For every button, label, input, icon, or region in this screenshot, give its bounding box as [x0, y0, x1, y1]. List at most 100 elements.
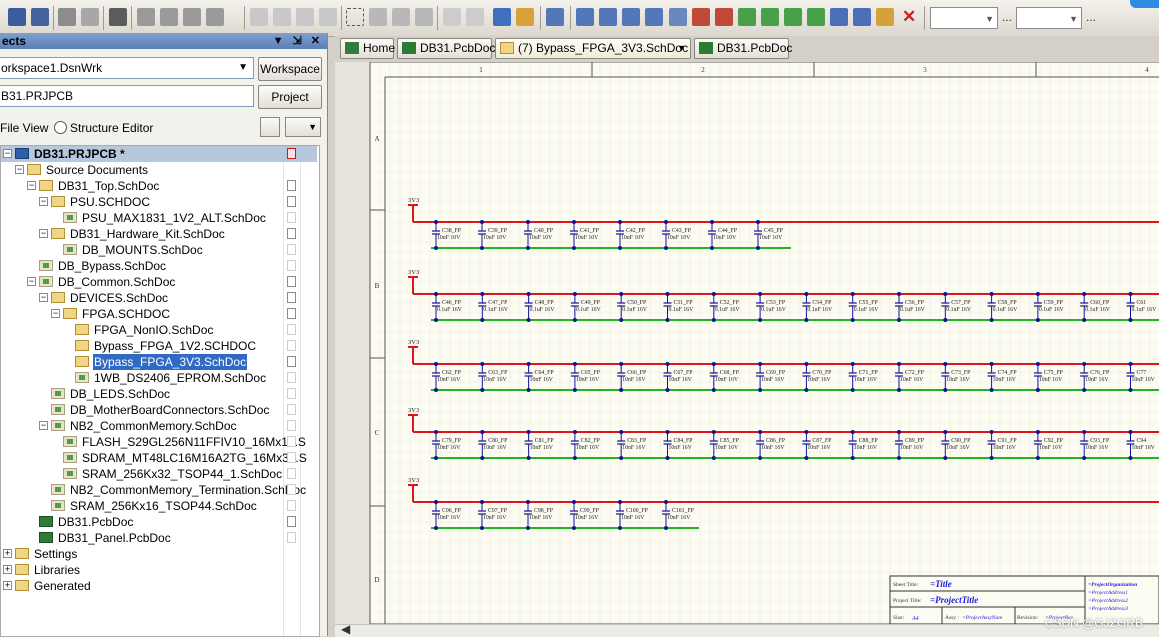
tab-db31-pcbdoc-2[interactable]: DB31.PcbDoc [694, 38, 792, 59]
tree-item[interactable]: PSU_MAX1831_1V2_ALT.SchDoc [1, 210, 317, 226]
collapse-icon[interactable]: − [51, 309, 60, 318]
tree-item[interactable]: + Libraries [1, 562, 317, 578]
toolbar-overflow-2[interactable]: ... [1086, 10, 1096, 24]
collapse-icon[interactable]: − [27, 277, 36, 286]
tree-item[interactable]: DB31.PcbDoc [1, 514, 317, 530]
print-preview-icon[interactable] [81, 8, 99, 26]
project-options-icon[interactable]: ▼ [285, 117, 321, 137]
zoom-options-icon[interactable] [206, 8, 224, 26]
collapse-icon[interactable]: − [3, 149, 12, 158]
tree-item[interactable]: − PSU.SCHDOC [1, 194, 317, 210]
layers-icon[interactable] [109, 8, 127, 26]
tree-item[interactable]: − Source Documents [1, 162, 317, 178]
tree-item[interactable]: DB_Bypass.SchDoc [1, 258, 317, 274]
zoom-area-icon[interactable] [160, 8, 178, 26]
workspace-combo[interactable]: orkspace1.DsnWrk ▼ [0, 57, 254, 79]
collapse-icon[interactable]: − [39, 293, 48, 302]
radio-circle[interactable] [54, 121, 67, 134]
tree-item[interactable]: − FPGA.SCHDOC [1, 306, 317, 322]
hierarchy-icon[interactable] [493, 8, 511, 26]
compile-icon[interactable] [260, 117, 280, 137]
signal-harness-icon[interactable] [599, 8, 617, 26]
harness-connector-icon[interactable] [622, 8, 640, 26]
net-label-icon[interactable] [669, 8, 687, 26]
collapse-icon[interactable]: − [39, 229, 48, 238]
collapse-icon[interactable]: − [15, 165, 24, 174]
tree-item[interactable]: FPGA_NonIO.SchDoc [1, 322, 317, 338]
vcc-port-icon[interactable] [715, 8, 733, 26]
copy-icon[interactable] [273, 8, 291, 26]
undo-icon[interactable] [443, 8, 461, 26]
select-area-icon[interactable] [346, 8, 364, 26]
workspace-button[interactable]: Workspace [258, 57, 322, 81]
deselect-icon[interactable] [415, 8, 433, 26]
zoom-combo[interactable]: ▼ [930, 7, 998, 29]
tree-item[interactable]: 1WB_DS2406_EPROM.SchDoc [1, 370, 317, 386]
tree-item[interactable]: DB_MotherBoardConnectors.SchDoc [1, 402, 317, 418]
panel-controls[interactable]: ▼ ⇲ ✕ [273, 33, 323, 49]
collapse-icon[interactable]: − [39, 197, 48, 206]
project-field[interactable]: B31.PRJPCB [0, 85, 254, 107]
cross-probe-icon[interactable] [516, 8, 534, 26]
tree-item[interactable]: Bypass_FPGA_1V2.SCHDOC [1, 338, 317, 354]
tree-item[interactable]: SDRAM_MT48LC16M16A2TG_16Mx32.S [1, 450, 317, 466]
tree-item[interactable]: + Settings [1, 546, 317, 562]
save-icon[interactable] [31, 8, 49, 26]
tree-item[interactable]: DB31_Panel.PcbDoc [1, 530, 317, 546]
tree-item[interactable]: SRAM_256Kx32_TSOP44_1.SchDoc [1, 466, 317, 482]
device-sheet-icon[interactable] [807, 8, 825, 26]
expand-icon[interactable]: + [3, 549, 12, 558]
horizontal-scrollbar[interactable]: ◀ [335, 622, 1159, 637]
project-button[interactable]: Project [258, 85, 322, 109]
expand-icon[interactable]: + [3, 565, 12, 574]
toolbar-overflow-1[interactable]: ... [1002, 10, 1012, 24]
tab-bypass-fpga-3v3[interactable]: (7) Bypass_FPGA_3V3.SchDoc ▼ [495, 38, 691, 59]
schematic-canvas[interactable]: 1 2 3 4 A B C D 3V3 C38_FP 10uF 10V C39_FP 10uF 10V C… [335, 62, 1159, 624]
sheet-entry-icon[interactable] [784, 8, 802, 26]
cut-icon[interactable] [250, 8, 268, 26]
filter-combo[interactable]: ▼ [1016, 7, 1082, 29]
print-icon[interactable] [58, 8, 76, 26]
window-corner-button[interactable] [1130, 0, 1159, 8]
bus-icon[interactable] [576, 8, 594, 26]
tree-item[interactable]: − NB2_CommonMemory.SchDoc [1, 418, 317, 434]
tree-item[interactable]: − DB31.PRJPCB * [1, 146, 317, 162]
tree-item[interactable]: − DB31_Hardware_Kit.SchDoc [1, 226, 317, 242]
tab-db31-pcbdoc[interactable]: DB31.PcbDoc [397, 38, 495, 59]
collapse-icon[interactable]: − [27, 181, 36, 190]
tree-item[interactable]: SRAM_256Kx16_TSOP44.SchDoc [1, 498, 317, 514]
scroll-left-icon[interactable]: ◀ [341, 622, 350, 636]
wire-icon[interactable] [546, 8, 564, 26]
zoom-selected-icon[interactable] [183, 8, 201, 26]
redo-icon[interactable] [466, 8, 484, 26]
new-document-icon[interactable] [8, 8, 26, 26]
tree-item[interactable]: Bypass_FPGA_3V3.SchDoc [1, 354, 317, 370]
cross-select-icon[interactable] [392, 8, 410, 26]
place-part-icon[interactable] [738, 8, 756, 26]
bus-entry-icon[interactable] [645, 8, 663, 26]
rubber-stamp-icon[interactable] [319, 8, 337, 26]
port-icon[interactable] [830, 8, 848, 26]
file-view-label[interactable]: File View [0, 121, 48, 135]
tree-item[interactable]: DB_MOUNTS.SchDoc [1, 242, 317, 258]
zoom-fit-icon[interactable] [137, 8, 155, 26]
project-tree[interactable]: − DB31.PRJPCB * − Source Documents − DB31_Top… [0, 145, 320, 637]
tree-item[interactable]: FLASH_S29GL256N11FFIV10_16Mx16.S [1, 434, 317, 450]
tree-item[interactable]: − DB_Common.SchDoc [1, 274, 317, 290]
no-erc-icon[interactable]: ✕ [902, 7, 916, 27]
expand-icon[interactable]: + [3, 581, 12, 590]
sheet-symbol-icon[interactable] [761, 8, 779, 26]
tab-home[interactable]: Home [340, 38, 395, 59]
off-sheet-connector-icon[interactable] [853, 8, 871, 26]
paste-icon[interactable] [296, 8, 314, 26]
schematic-sheet[interactable]: 1 2 3 4ABCD3V3C38_FP10uF 10VC39_FP10uF 10VC… [335, 62, 1159, 624]
tree-item[interactable]: NB2_CommonMemory_Termination.SchDoc [1, 482, 317, 498]
tree-item[interactable]: + Generated [1, 578, 317, 594]
move-icon[interactable] [369, 8, 387, 26]
collapse-icon[interactable]: − [39, 421, 48, 430]
parameter-set-icon[interactable] [876, 8, 894, 26]
tree-item[interactable]: − DEVICES.SchDoc [1, 290, 317, 306]
tree-item[interactable]: − DB31_Top.SchDoc [1, 178, 317, 194]
gnd-port-icon[interactable] [692, 8, 710, 26]
tree-item[interactable]: DB_LEDS.SchDoc [1, 386, 317, 402]
